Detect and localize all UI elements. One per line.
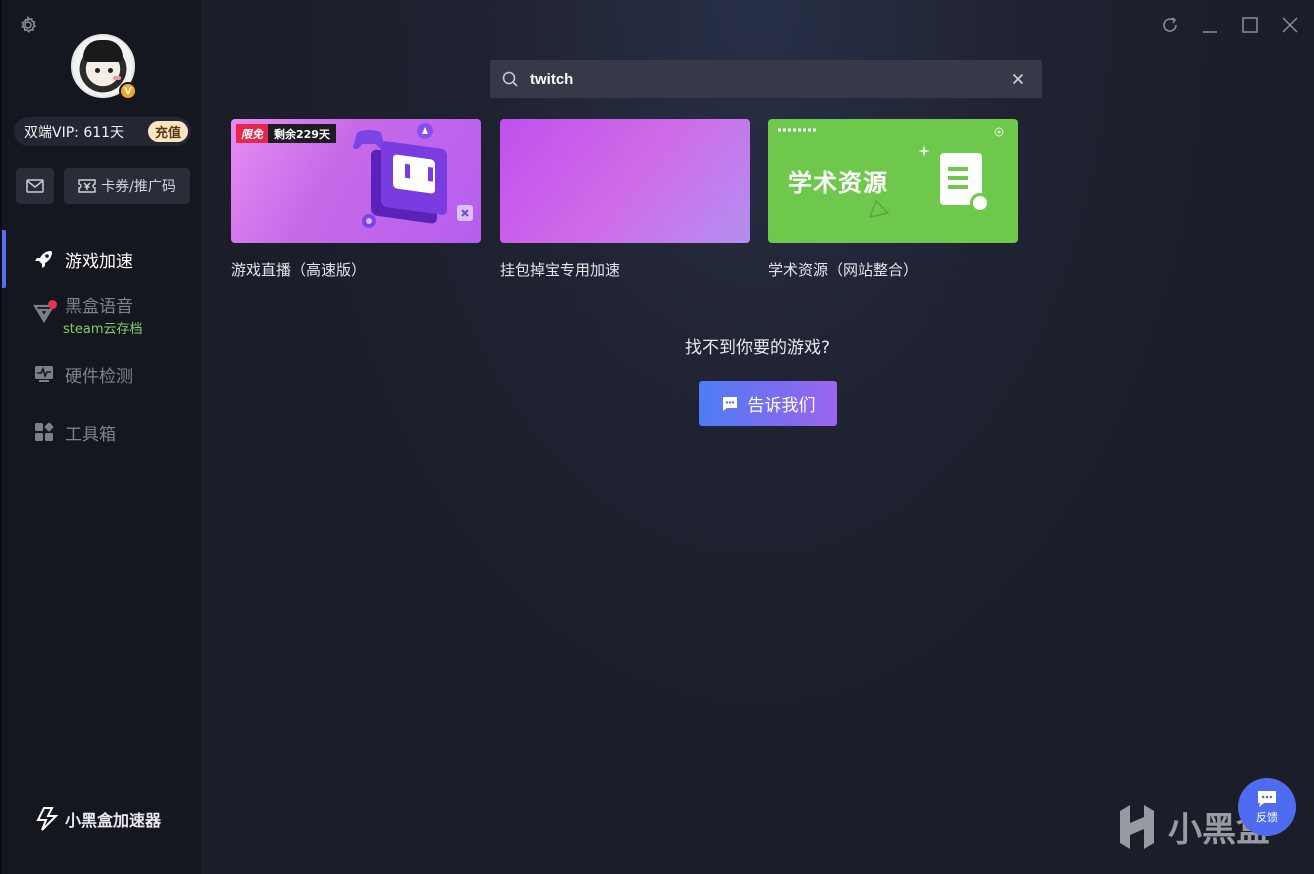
clear-search-icon[interactable] (1010, 71, 1026, 87)
vip-badge: V (119, 82, 137, 100)
plus-circle-icon (994, 127, 1004, 137)
vip-days-label: 双端VIP: 611天 (24, 124, 125, 141)
minimize-icon[interactable] (1199, 14, 1221, 36)
search-icon (501, 70, 519, 88)
triangle-decor-icon (868, 199, 890, 219)
search-bar (490, 60, 1042, 98)
tell-us-label: 告诉我们 (747, 396, 816, 416)
sidebar: V 双端VIP: 611天 充值 卡券/推广码 游戏加速 黑盒语音 steam云… (0, 0, 201, 874)
brand-name: 小黑盒加速器 (65, 811, 162, 830)
coupon-button[interactable]: 卡券/推广码 (64, 168, 190, 204)
recharge-button[interactable]: 充值 (147, 121, 188, 142)
not-found-prompt: 找不到你要的游戏? (684, 338, 831, 358)
twitch-logo-icon (381, 140, 447, 216)
feedback-button[interactable]: 反馈 (1238, 778, 1296, 836)
promo-remaining-label: 剩余229天 (268, 124, 336, 143)
settings-gear-icon[interactable] (18, 15, 38, 35)
promo-tag: 限免 剩余229天 (236, 124, 336, 143)
rocket-icon (33, 248, 55, 270)
ticket-icon (78, 179, 96, 193)
tell-us-button[interactable]: 告诉我们 (699, 381, 837, 426)
avatar[interactable]: V (71, 34, 137, 100)
monitor-icon (33, 363, 55, 385)
notification-dot (48, 300, 57, 309)
sidebar-item-game-boost[interactable]: 游戏加速 (4, 247, 203, 272)
sparkle-icon (918, 145, 930, 157)
promo-free-label: 限免 (236, 124, 268, 143)
decor-dashes-icon (778, 128, 818, 132)
sidebar-item-voice[interactable]: 黑盒语音 (4, 292, 203, 324)
lightning-logo-icon (36, 807, 59, 831)
sidebar-item-label: 硬件检测 (65, 366, 133, 387)
card-title: 学术资源（网站整合） (768, 261, 919, 279)
brand-logo: 小黑盒加速器 (35, 806, 161, 832)
sidebar-item-toolbox[interactable]: 工具箱 (4, 420, 203, 445)
sidebar-item-label: 游戏加速 (65, 251, 133, 272)
close-icon[interactable] (1279, 14, 1301, 36)
lightning-badge-icon (970, 193, 990, 213)
sidebar-item-sublabel[interactable]: steam云存档 (63, 318, 143, 337)
thumb-title: 学术资源 (788, 169, 888, 197)
sidebar-item-label: 黑盒语音 (65, 296, 133, 317)
result-card-live-stream[interactable]: 限免 剩余229天 游戏直播（高速版） (231, 119, 481, 280)
search-input[interactable] (530, 66, 990, 92)
coupon-label: 卡券/推广码 (101, 179, 176, 195)
card-thumbnail: 学术资源 (768, 119, 1018, 243)
refresh-icon[interactable] (1159, 14, 1181, 36)
card-title: 游戏直播（高速版） (231, 261, 367, 279)
mail-icon (26, 179, 44, 193)
feedback-label: 反馈 (1256, 811, 1278, 824)
sidebar-item-hardware[interactable]: 硬件检测 (4, 362, 203, 387)
card-thumbnail: 限免 剩余229天 (231, 119, 481, 243)
close-badge-icon (457, 205, 473, 221)
chat-bubble-icon (1258, 791, 1276, 807)
result-card-drop-farm[interactable]: 挂包掉宝专用加速 (500, 119, 750, 280)
play-icon (417, 123, 433, 139)
chat-icon (722, 396, 737, 411)
sidebar-item-label: 工具箱 (65, 424, 116, 445)
result-card-academic[interactable]: 学术资源 学术资源（网站整合） (768, 119, 1018, 280)
disc-icon (362, 214, 376, 228)
card-title: 挂包掉宝专用加速 (500, 261, 621, 279)
toolbox-icon (33, 421, 55, 443)
vip-status: 双端VIP: 611天 充值 (14, 117, 191, 146)
maximize-icon[interactable] (1239, 14, 1261, 36)
card-thumbnail (500, 119, 750, 243)
heybox-logo-icon (1120, 804, 1154, 849)
mail-button[interactable] (16, 168, 54, 204)
